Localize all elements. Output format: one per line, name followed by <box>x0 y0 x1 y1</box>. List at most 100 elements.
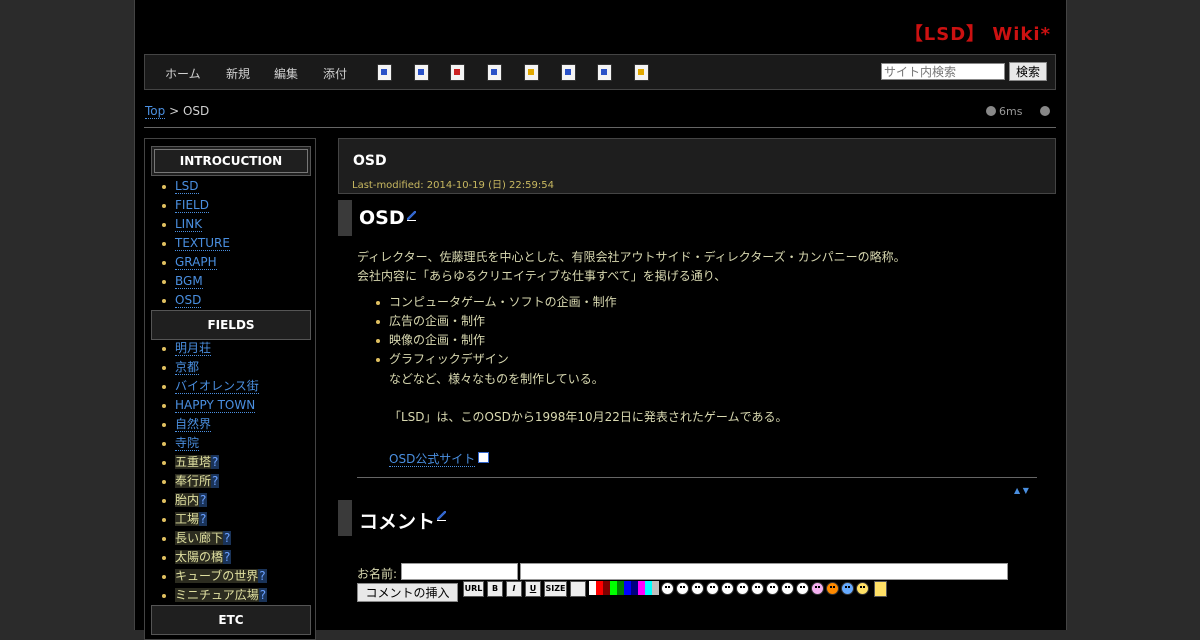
create-page-link[interactable]: ? <box>223 531 232 545</box>
nav-home-link[interactable]: ホーム <box>165 65 201 82</box>
insert-comment-button[interactable]: コメントの挿入 <box>357 583 458 602</box>
sidebar-list-introduction: LSD FIELD LINK TEXTURE GRAPH BGM OSD <box>145 177 230 310</box>
sweat-face-icon[interactable] <box>766 582 779 595</box>
copy-page-icon[interactable] <box>377 64 392 81</box>
page-up-down-links[interactable]: ▲ ▼ <box>1014 486 1029 495</box>
tear-face-icon[interactable] <box>781 582 794 595</box>
gear-icon[interactable] <box>1040 106 1050 116</box>
color-swatch[interactable] <box>610 581 617 595</box>
create-page-link[interactable]: ? <box>211 455 220 469</box>
note-icon[interactable] <box>841 582 854 595</box>
sidebar-item: ミニチュア広場? <box>161 586 268 605</box>
star-icon[interactable] <box>826 582 839 595</box>
url-format-button[interactable]: URL <box>463 581 484 597</box>
sidebar-link-happy-town[interactable]: HAPPY TOWN <box>175 398 256 413</box>
section-divider <box>357 477 1037 478</box>
heart-icon[interactable] <box>811 582 824 595</box>
color-swatch[interactable] <box>617 581 624 595</box>
nav-attach-link[interactable]: 添付 <box>323 65 347 82</box>
oh-face-icon[interactable] <box>706 582 719 595</box>
color-swatch[interactable] <box>624 581 631 595</box>
sidebar-item: 工場? <box>161 510 267 529</box>
comment-field[interactable] <box>520 563 1008 580</box>
huh-face-icon[interactable] <box>691 582 704 595</box>
breadcrumb-top-link[interactable]: Top <box>145 104 166 119</box>
sidebar-item: BGM <box>162 272 230 291</box>
color-swatch[interactable] <box>645 581 652 595</box>
search-input[interactable] <box>881 63 1005 80</box>
render-time-value: 6ms <box>999 105 1023 118</box>
breadcrumb: Top > OSD <box>145 104 209 119</box>
sidebar-item: 自然界 <box>161 415 267 434</box>
sidebar-heading-fields: FIELDS <box>151 310 311 340</box>
nav-edit-link[interactable]: 編集 <box>274 65 298 82</box>
sidebar-link-natural-world[interactable]: 自然界 <box>175 417 212 432</box>
size-format-button[interactable]: SIZE <box>544 581 567 597</box>
diff-icon[interactable] <box>450 64 465 81</box>
color-swatch[interactable] <box>638 581 645 595</box>
sidebar: INTROCUCTION LSD FIELD LINK TEXTURE GRAP… <box>144 138 316 640</box>
list-item: コンピュータゲーム・ソフトの企画・制作 <box>376 293 617 312</box>
bold-format-button[interactable]: B <box>487 581 503 597</box>
sidebar-item: 寺院 <box>161 434 267 453</box>
shock-face-icon[interactable] <box>796 582 809 595</box>
bulb-icon[interactable] <box>856 582 869 595</box>
page-container: 【LSD】 Wiki* ホーム 新規 編集 添付 検索 Top > OSD 6m… <box>134 0 1067 640</box>
color-swatch[interactable] <box>603 581 610 595</box>
sidebar-link-meigetsuso[interactable]: 明月荘 <box>175 341 212 356</box>
sad-face-icon[interactable] <box>736 582 749 595</box>
search-button[interactable]: 検索 <box>1009 62 1047 81</box>
create-page-link[interactable]: ? <box>223 550 232 564</box>
missing-page-label: 奉行所 <box>175 474 212 488</box>
page-title: OSD <box>353 153 387 169</box>
paragraph-line: 「LSD」は、このOSDから1998年10月22日に発表されたゲームである。 <box>389 410 788 424</box>
pencil-edit-icon[interactable] <box>406 211 416 221</box>
paragraph-line: ディレクター、佐藤理氏を中心とした、有限会社アウトサイド・ディレクターズ・カンパ… <box>357 250 906 264</box>
missing-page-label: 胎内 <box>175 493 200 507</box>
external-link-icon <box>478 452 490 463</box>
site-title[interactable]: 【LSD】 Wiki* <box>905 20 1051 46</box>
freeze-icon[interactable] <box>524 64 539 81</box>
name-field[interactable] <box>401 563 518 580</box>
wink-face-icon[interactable] <box>721 582 734 595</box>
sidebar-link-temple[interactable]: 寺院 <box>175 436 200 451</box>
sidebar-link-texture[interactable]: TEXTURE <box>175 236 230 251</box>
rename-icon[interactable] <box>561 64 576 81</box>
color-swatch[interactable] <box>631 581 638 595</box>
worried-face-icon[interactable] <box>751 582 764 595</box>
create-page-link[interactable]: ? <box>258 569 267 583</box>
color-swatch[interactable] <box>596 581 603 595</box>
breadcrumb-separator: > <box>169 104 180 118</box>
italic-format-button[interactable]: I <box>506 581 522 597</box>
attach-clip-icon[interactable] <box>570 581 586 597</box>
sidebar-link-violence-district[interactable]: バイオレンス街 <box>175 379 259 394</box>
create-page-link[interactable]: ? <box>258 588 268 602</box>
bigsmile-face-icon[interactable] <box>676 582 689 595</box>
smile-face-icon[interactable] <box>661 582 674 595</box>
sidebar-link-link[interactable]: LINK <box>175 217 203 232</box>
sidebar-link-osd[interactable]: OSD <box>175 293 202 308</box>
create-page-link[interactable]: ? <box>199 493 208 507</box>
osd-official-site-link[interactable]: OSD公式サイト <box>389 452 476 467</box>
create-page-link[interactable]: ? <box>211 474 220 488</box>
new-subpage-icon[interactable] <box>597 64 612 81</box>
nav-new-link[interactable]: 新規 <box>226 65 250 82</box>
paragraph-line: 会社内容に「あらゆるクリエイティブな仕事すべて」を掲げる通り、 <box>357 269 727 283</box>
sidebar-heading-introduction: INTROCUCTION <box>151 146 311 176</box>
underline-format-button[interactable]: U <box>525 581 541 597</box>
sidebar-link-field[interactable]: FIELD <box>175 198 209 213</box>
sidebar-link-lsd[interactable]: LSD <box>175 179 199 194</box>
pencil-edit-icon[interactable] <box>437 511 447 521</box>
sidebar-item: LINK <box>162 215 230 234</box>
sidebar-link-graph[interactable]: GRAPH <box>175 255 217 270</box>
search-replace-icon[interactable] <box>414 64 429 81</box>
color-swatch[interactable] <box>652 581 659 595</box>
help-icon[interactable] <box>634 64 649 81</box>
sidebar-link-kyoto[interactable]: 京都 <box>175 360 200 375</box>
backup-icon[interactable] <box>487 64 502 81</box>
sidebar-link-bgm[interactable]: BGM <box>175 274 203 289</box>
create-page-link[interactable]: ? <box>199 512 208 526</box>
color-swatch[interactable] <box>589 581 596 595</box>
list-item: グラフィックデザイン <box>376 350 617 369</box>
help-question-icon[interactable] <box>874 581 887 597</box>
